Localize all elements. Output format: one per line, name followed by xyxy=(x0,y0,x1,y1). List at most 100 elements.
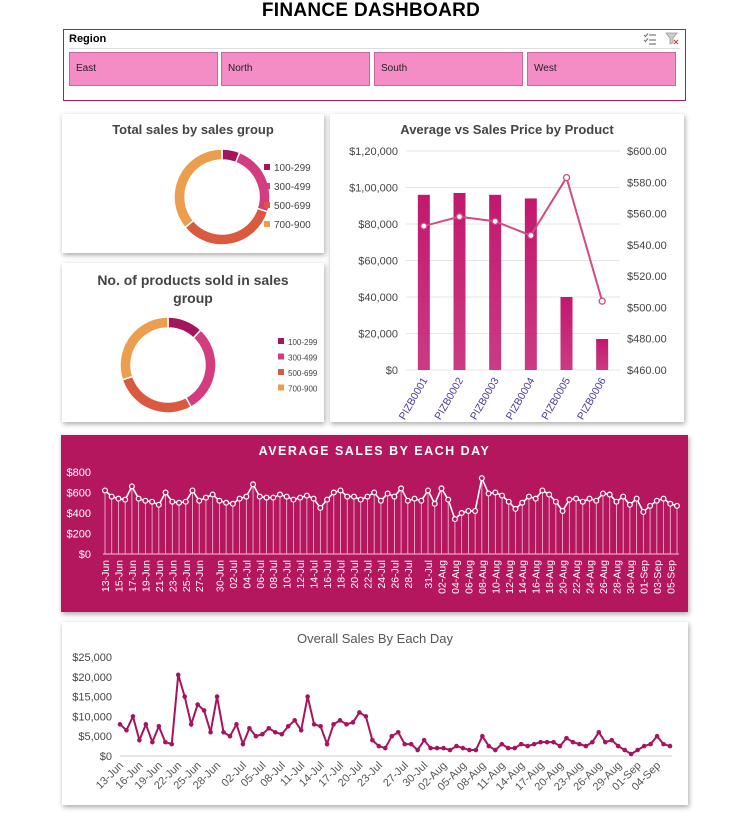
slicer-item-north[interactable]: North xyxy=(221,52,370,86)
overall-sales-point xyxy=(421,737,427,743)
overall-sales-point xyxy=(408,741,414,747)
avg-sales-point xyxy=(599,490,606,497)
y-tick-label: $600 xyxy=(67,488,91,500)
overall-sales-point xyxy=(188,722,194,727)
x-tick-label: 05-Sep xyxy=(665,560,677,594)
legend-swatch xyxy=(278,384,284,391)
avg-sales-point xyxy=(566,496,573,503)
overall-sales-point xyxy=(635,747,640,753)
avg-sales-point xyxy=(411,495,418,502)
avg-sales-point xyxy=(573,495,580,502)
overall-sales-point xyxy=(557,743,563,749)
avg-sales-point xyxy=(101,487,108,494)
x-tick-label: 19-Jun xyxy=(140,560,152,592)
y-tick-label: $20,000 xyxy=(358,329,398,341)
y-tick-label: $10,000 xyxy=(72,711,112,723)
x-tick-label: 08-Aug xyxy=(477,560,489,594)
x-tick-label: 06-Aug xyxy=(463,560,475,594)
avg-sales-point xyxy=(673,502,680,509)
x-tick-label: 21-Jun xyxy=(154,560,166,592)
overall-sales-point xyxy=(227,733,233,739)
avg-vs-sales-chart: $0 $20,000 $40,000 $60,000 $80,000 $1,00,000 $… xyxy=(349,146,667,422)
overall-sales-point xyxy=(357,710,362,715)
avg-sales-point xyxy=(364,493,371,500)
avg-sales-point xyxy=(519,499,526,506)
y-tick-label: $0 xyxy=(100,751,112,763)
avg-sales-point xyxy=(546,491,553,498)
overall-sales-point xyxy=(596,729,602,735)
avg-sales-point xyxy=(142,497,149,504)
avg-sales-point xyxy=(128,483,135,490)
overall-sales-point xyxy=(175,672,181,678)
slicer-item-east[interactable]: East xyxy=(69,52,218,86)
avg-sales-point xyxy=(633,495,640,502)
donut-slice-300-499 xyxy=(184,328,217,409)
multi-select-icon[interactable] xyxy=(643,32,657,45)
x-tick-label: 26-Aug xyxy=(598,560,610,594)
overall-sales-point xyxy=(195,702,200,707)
x-tick-label: PIZB0003 xyxy=(468,375,502,422)
x-tick-label: 24-Jul xyxy=(376,560,388,589)
slicer-item-south[interactable]: South xyxy=(374,52,523,86)
avg-sales-point xyxy=(559,507,566,514)
slicer-header: Region xyxy=(69,33,107,45)
overall-sales-point xyxy=(641,743,647,749)
avg-vs-sales-card: Average vs Sales Price by Product $0 $20,… xyxy=(330,114,684,422)
avg-sales-point xyxy=(149,498,156,505)
y2-tick-label: $480.00 xyxy=(627,334,667,346)
x-tick-label: 27-Jun xyxy=(194,560,206,592)
avg-sales-point xyxy=(270,494,277,501)
overall-sales-line xyxy=(119,674,671,756)
clear-filter-icon[interactable] xyxy=(665,32,679,45)
legend-label: 500-699 xyxy=(274,201,311,212)
x-tick-label: 17-Jun xyxy=(127,560,139,592)
x-tick-label: PIZB0005 xyxy=(539,375,573,422)
avg-sales-point xyxy=(478,475,485,482)
y2-tick-label: $520.00 xyxy=(627,271,667,283)
x-tick-label: PIZB0006 xyxy=(575,375,609,422)
overall-sales-point xyxy=(544,739,550,745)
avg-sales-point xyxy=(290,496,297,503)
y2-tick-label: $460.00 xyxy=(627,365,667,377)
overall-sales-point xyxy=(492,747,498,753)
x-tick-label: PIZB0001 xyxy=(397,375,431,422)
overall-sales-point xyxy=(434,745,440,751)
products-sold-donut: 100-299 300-499 500-699 700-900 xyxy=(119,316,318,414)
overall-sales-point xyxy=(590,739,595,745)
overall-sales-point xyxy=(376,743,382,749)
avg-sales-point xyxy=(667,500,674,507)
avg-sales-point xyxy=(512,505,519,512)
x-tick-label: 16-Jul xyxy=(322,560,334,589)
total-sales-donut: 100-299 300-499 500-699 700-900 xyxy=(173,148,311,246)
y-tick-label: $400 xyxy=(67,508,91,520)
avg-sales-point xyxy=(196,497,203,504)
legend-label: 700-900 xyxy=(274,220,311,231)
y-tick-label: $40,000 xyxy=(358,292,398,304)
legend-swatch xyxy=(278,369,284,375)
overall-sales-point xyxy=(324,741,330,747)
overall-sales-point xyxy=(648,741,653,747)
avg-sales-point xyxy=(579,498,586,505)
slicer-item-west[interactable]: West xyxy=(527,52,676,86)
avg-sales-point xyxy=(653,497,660,504)
avg-price-point xyxy=(527,231,535,240)
avg-sales-point xyxy=(310,495,317,502)
x-tick-label: 04-Aug xyxy=(450,560,462,594)
avg-sales-point xyxy=(357,496,364,503)
avg-sales-point xyxy=(532,495,539,502)
x-tick-label: 20-Jul xyxy=(349,560,361,589)
x-tick-label: 28-Aug xyxy=(611,560,623,594)
avg-sales-point xyxy=(492,489,499,496)
overall-sales-point xyxy=(350,720,356,725)
avg-sales-day-card: AVERAGE SALES BY EACH DAY $0 $200 $400 $600… xyxy=(61,435,688,612)
avg-sales-point xyxy=(539,487,546,494)
avg-sales-point xyxy=(586,495,593,502)
overall-sales-point xyxy=(609,737,615,743)
y2-tick-label: $580.00 xyxy=(627,177,667,189)
x-tick-label: 15-Jun xyxy=(113,560,125,592)
overall-sales-point xyxy=(499,741,505,747)
legend-swatch xyxy=(264,183,270,189)
overall-sales-point xyxy=(279,731,285,737)
avg-sales-point xyxy=(169,498,176,505)
products-sold-card: No. of products sold in sales group 100-… xyxy=(62,263,324,422)
